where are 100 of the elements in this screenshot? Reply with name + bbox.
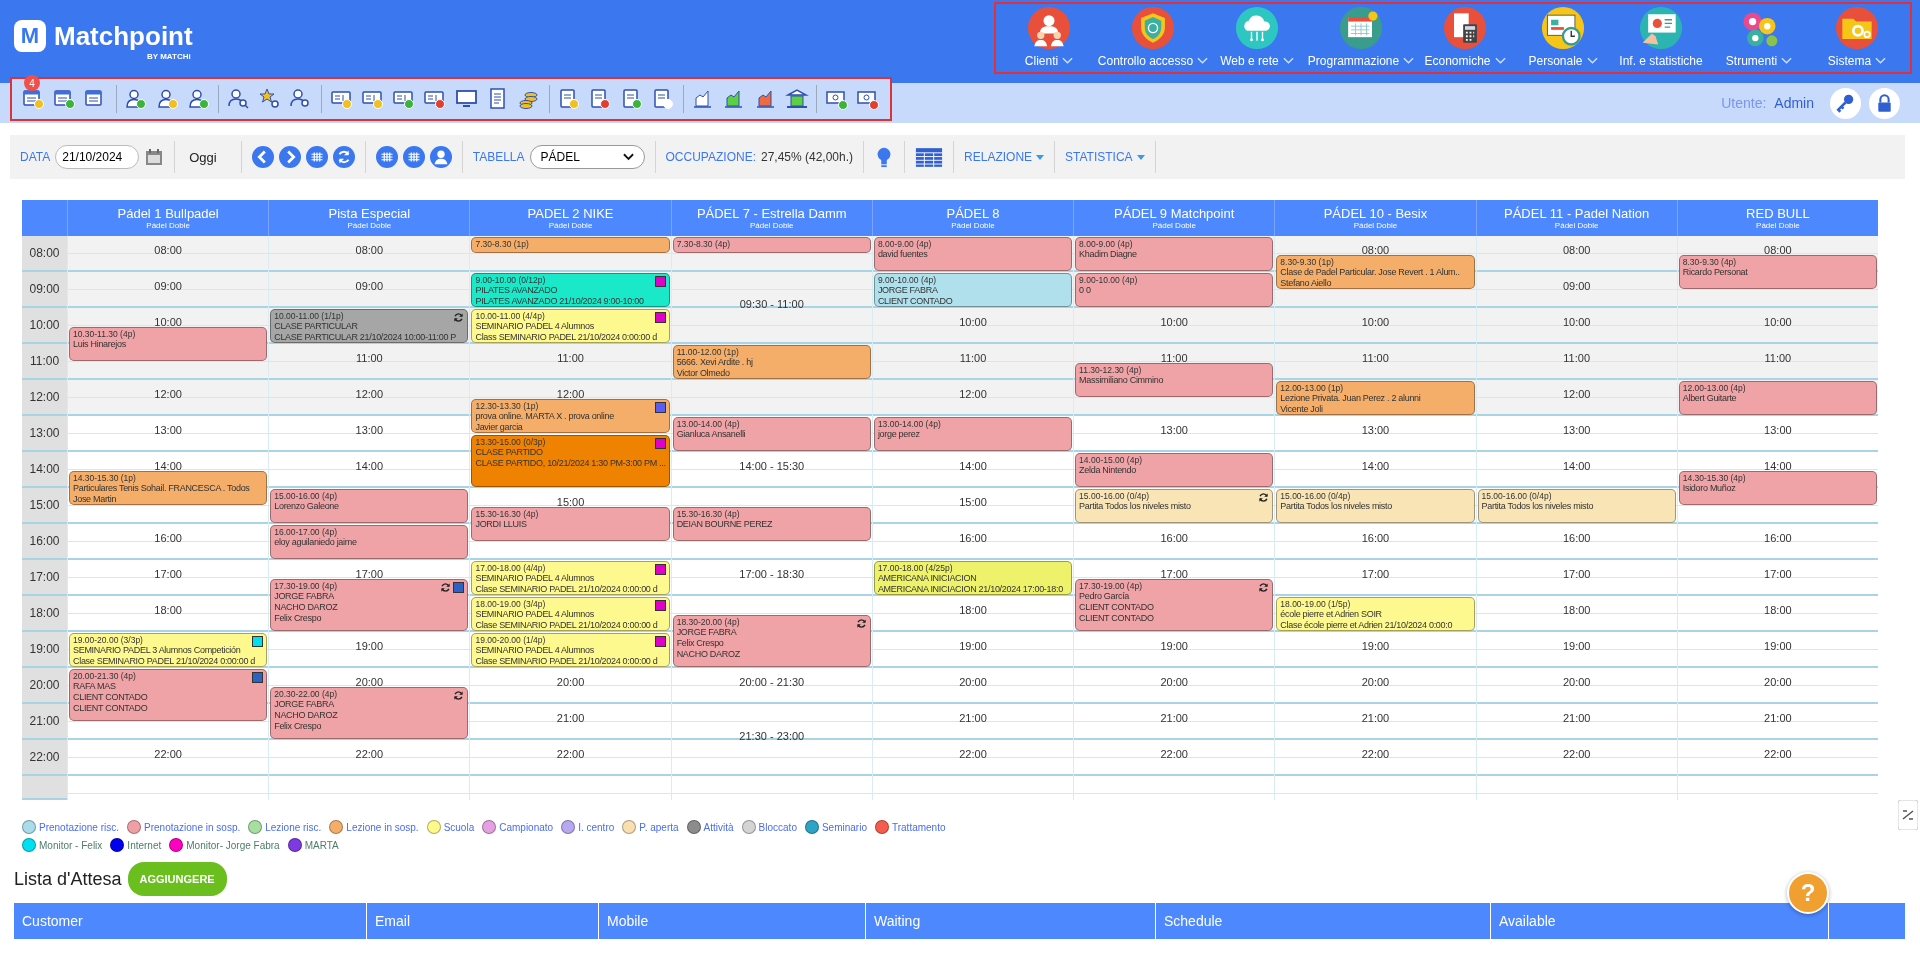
slot-time[interactable]: 21:30 - 23:00	[739, 729, 805, 743]
calendar-clock-icon[interactable]	[21, 87, 46, 111]
slot-time[interactable]: 14:00	[1764, 459, 1792, 473]
booking-block[interactable]: 17.00-18.00 (4/4p) SEMINARIO PADEL 4 Alumnos Clase SEMINARIO PADEL 21/10/2024 0:00:00 d	[471, 561, 670, 595]
slot-time[interactable]: 16:00	[1160, 531, 1188, 545]
slot-time[interactable]: 12:00	[154, 387, 182, 401]
clock-board-icon[interactable]	[1541, 6, 1585, 50]
slot-time[interactable]: 09:00	[154, 279, 182, 293]
slot-time[interactable]: 17:00 - 18:30	[739, 567, 805, 581]
cloud-icon[interactable]	[1235, 6, 1279, 50]
calculator-icon[interactable]	[1443, 6, 1487, 50]
booking-block[interactable]: 12.30-13.30 (1p) prova online. MARTA X . prova online Javier garcia	[471, 399, 670, 433]
slot-time[interactable]: 08:00	[154, 243, 182, 257]
dropdown-menu[interactable]: STATISTICA	[1065, 150, 1145, 164]
next-icon[interactable]	[278, 146, 301, 168]
slot-time[interactable]: 12:00	[1562, 387, 1591, 401]
booking-block[interactable]: 8.00-9.00 (4p) Khadim Diagne	[1075, 237, 1274, 271]
user-add-icon[interactable]	[124, 87, 149, 111]
slot-time[interactable]: 18:00	[154, 603, 182, 617]
slot-time[interactable]: 13:00	[1764, 423, 1792, 437]
booking-block[interactable]: 8.00-9.00 (4p) david fuentes	[873, 237, 1073, 271]
slot-time[interactable]: 09:00	[1562, 279, 1591, 293]
booking-block[interactable]: 15.00-16.00 (0/4p) Partita Todos los niveles misto	[1075, 489, 1274, 523]
slot-time[interactable]: 10:00	[1562, 315, 1591, 329]
chevron-down-icon[interactable]	[1781, 57, 1793, 65]
booking-block[interactable]: 12.00-13.00 (4p) Albert Guitarte	[1678, 381, 1877, 415]
refresh-icon[interactable]	[453, 690, 465, 701]
slot-time[interactable]: 22:00	[1160, 747, 1188, 761]
table-select[interactable]: PÁDEL	[529, 145, 645, 169]
menu-item[interactable]: Programmazione	[1307, 54, 1400, 68]
booking-block[interactable]: 18.00-19.00 (3/4p) SEMINARIO PADEL 4 Alumnos Clase SEMINARIO PADEL 21/10/2024 0:00:00 d	[471, 597, 670, 631]
slot-time[interactable]: 20:00	[959, 675, 987, 689]
menu-item[interactable]: Web e rete	[1220, 54, 1279, 68]
slot-time[interactable]: 19:00	[1562, 639, 1591, 653]
slot-time[interactable]: 09:30 - 11:00	[739, 297, 804, 311]
slot-time[interactable]: 20:00	[1361, 675, 1390, 689]
previous-icon[interactable]	[251, 146, 274, 168]
slot-time[interactable]: 10:00	[1160, 315, 1188, 329]
booking-block[interactable]: 12.00-13.00 (1p) Lezione Privata. Juan Perez . 2 alunni Vicente Joli	[1276, 381, 1475, 415]
slot-time[interactable]: 08:00	[1361, 243, 1390, 257]
refresh-icon[interactable]	[855, 618, 867, 629]
booking-block[interactable]: 9.00-10.00 (0/12p) PILATES AVANZADO PILATES AVANZADO 21/10/2024 9:00-10:00	[471, 273, 670, 307]
booking-block[interactable]: 7.30-8.30 (1p)	[471, 237, 670, 253]
slot-time[interactable]: 14:00	[1361, 459, 1390, 473]
slot-time[interactable]: 12:00	[556, 387, 585, 401]
slot-time[interactable]: 17:00	[1361, 567, 1390, 581]
slot-time[interactable]: 21:00	[959, 711, 987, 725]
slot-time[interactable]: 17:00	[1160, 567, 1188, 581]
slot-time[interactable]: 13:00	[1160, 423, 1188, 437]
slot-time[interactable]: 17:00	[355, 567, 384, 581]
slot-time[interactable]: 14:00	[959, 459, 987, 473]
slot-time[interactable]: 10:00	[1764, 315, 1792, 329]
menu-item[interactable]: Sistema	[1827, 54, 1872, 68]
slot-time[interactable]: 17:00	[1562, 567, 1591, 581]
slot-time[interactable]: 22:00	[1361, 747, 1390, 761]
lock-icon[interactable]	[1869, 87, 1900, 119]
slot-time[interactable]: 18:00	[959, 603, 987, 617]
slot-time[interactable]: 13:00	[154, 423, 182, 437]
chevron-down-icon[interactable]	[1586, 57, 1598, 65]
key-icon[interactable]	[1830, 87, 1861, 119]
user-icon[interactable]	[429, 146, 452, 168]
user-name[interactable]: Admin	[1774, 95, 1814, 111]
today-button[interactable]: Oggi	[185, 149, 231, 165]
slot-time[interactable]: 14:00	[154, 459, 182, 473]
booking-block[interactable]: 7.30-8.30 (4p)	[672, 237, 871, 253]
user-check-icon[interactable]	[186, 87, 211, 111]
date-field[interactable]: 21/10/2024	[55, 145, 140, 169]
slot-time[interactable]: 11:00	[355, 351, 383, 365]
slot-time[interactable]: 19:00	[1764, 639, 1792, 653]
booking-block[interactable]: 15.00-16.00 (4p) Lorenzo Galeone	[270, 489, 469, 523]
booking-block[interactable]: 15.00-16.00 (0/4p) Partita Todos los niveles misto	[1477, 489, 1676, 523]
booking-block[interactable]: 15.30-16.30 (4p) JORDI LLUIS	[471, 507, 670, 541]
calendar-icon[interactable]	[144, 146, 165, 168]
booking-block[interactable]: 15.00-16.00 (0/4p) Partita Todos los niveles misto	[1276, 489, 1475, 523]
slot-time[interactable]: 22:00	[154, 747, 182, 761]
slot-time[interactable]: 13:00	[355, 423, 384, 437]
slot-time[interactable]: 19:00	[959, 639, 987, 653]
slot-time[interactable]: 12:00	[959, 387, 987, 401]
slot-time[interactable]: 20:00	[1562, 675, 1591, 689]
slot-time[interactable]: 10:00	[154, 315, 182, 329]
user-star-icon[interactable]	[155, 87, 180, 111]
shield-icon[interactable]	[1131, 6, 1175, 50]
booking-block[interactable]: 17.30-19.00 (4p) JORGE FABRA NACHO DAROZ Felix Crespo	[270, 579, 469, 631]
clipboard-clock-icon[interactable]	[557, 87, 582, 111]
grid-icon[interactable]	[375, 146, 398, 168]
booking-block[interactable]: 14.30-15.30 (4p) Isidoro Muñoz	[1678, 471, 1877, 505]
refresh-icon[interactable]	[440, 582, 452, 593]
slot-time[interactable]: 16:00	[1562, 531, 1591, 545]
user-search-icon[interactable]	[226, 87, 251, 111]
booking-block[interactable]: 8.30-9.30 (1p) Clase de Padel Particular. Jose Revert . 1 Alum.. Stefano Aiello	[1276, 255, 1475, 289]
chevron-down-icon[interactable]	[1197, 57, 1209, 65]
slot-time[interactable]: 18:00	[1764, 603, 1792, 617]
menu-item[interactable]: Personale	[1528, 54, 1583, 68]
slot-time[interactable]: 22:00	[959, 747, 987, 761]
menu-item[interactable]: Controllo accesso	[1097, 54, 1194, 68]
slot-time[interactable]: 21:00	[1361, 711, 1390, 725]
chevron-down-icon[interactable]	[1403, 57, 1415, 65]
slot-time[interactable]: 19:00	[1160, 639, 1188, 653]
slot-time[interactable]: 17:00	[154, 567, 182, 581]
booking-block[interactable]: 14.30-15.30 (1p) Particulares Tenis Sohail. FRANCESCA . Todos Jose Martin	[69, 471, 268, 505]
